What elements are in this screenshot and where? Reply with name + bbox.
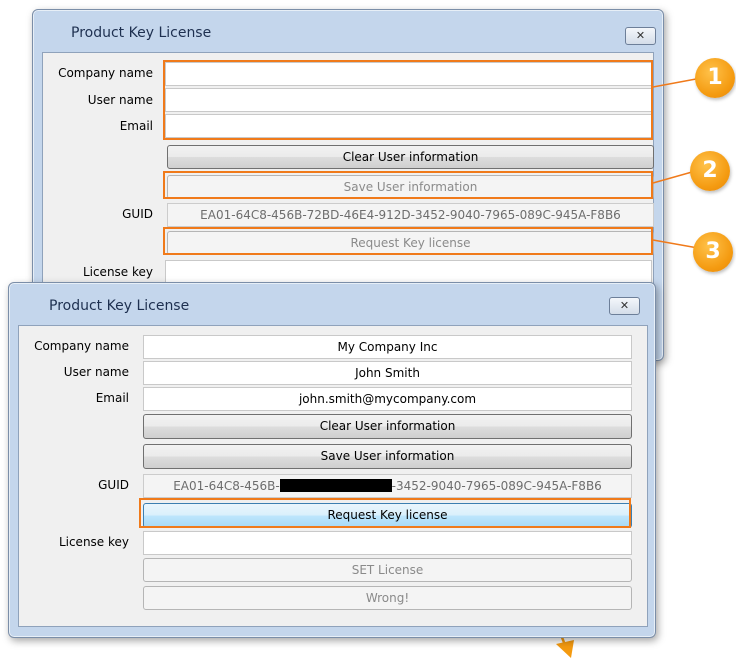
- guid-redaction-bar: [279, 479, 392, 492]
- callout-badge-3: 3: [693, 232, 733, 272]
- front-company-label: Company name: [34, 339, 129, 353]
- front-license-key-input[interactable]: [143, 531, 632, 555]
- front-email-input[interactable]: john.smith@mycompany.com: [143, 387, 632, 411]
- front-save-button[interactable]: Save User information: [143, 444, 632, 469]
- front-user-input[interactable]: John Smith: [143, 361, 632, 385]
- front-request-button[interactable]: Request Key license: [143, 503, 632, 528]
- front-user-label: User name: [63, 365, 129, 379]
- front-license-window: Product Key License ✕ Company name My Co…: [8, 282, 656, 638]
- front-email-label: Email: [95, 391, 129, 405]
- front-clear-button[interactable]: Clear User information: [143, 414, 632, 439]
- front-window-client: Company name My Company Inc User name Jo…: [18, 325, 648, 627]
- callout-badge-2: 2: [690, 151, 730, 191]
- front-guid-suffix: -3452-9040-7965-089C-945A-F8B6: [391, 479, 602, 493]
- callout-badge-1: 1: [695, 58, 735, 98]
- front-guid-field: EA01-64C8-456B- -3452-9040-7965-089C-945A…: [143, 474, 632, 498]
- front-window-title: Product Key License: [49, 298, 190, 314]
- front-guid-label: GUID: [98, 478, 129, 492]
- front-set-license-button[interactable]: SET License: [143, 558, 632, 582]
- front-company-input[interactable]: My Company Inc: [143, 335, 632, 359]
- front-license-key-label: License key: [58, 535, 129, 549]
- front-close-icon[interactable]: ✕: [609, 297, 640, 315]
- front-guid-prefix: EA01-64C8-456B-: [173, 479, 280, 493]
- front-status-button: Wrong!: [143, 586, 632, 610]
